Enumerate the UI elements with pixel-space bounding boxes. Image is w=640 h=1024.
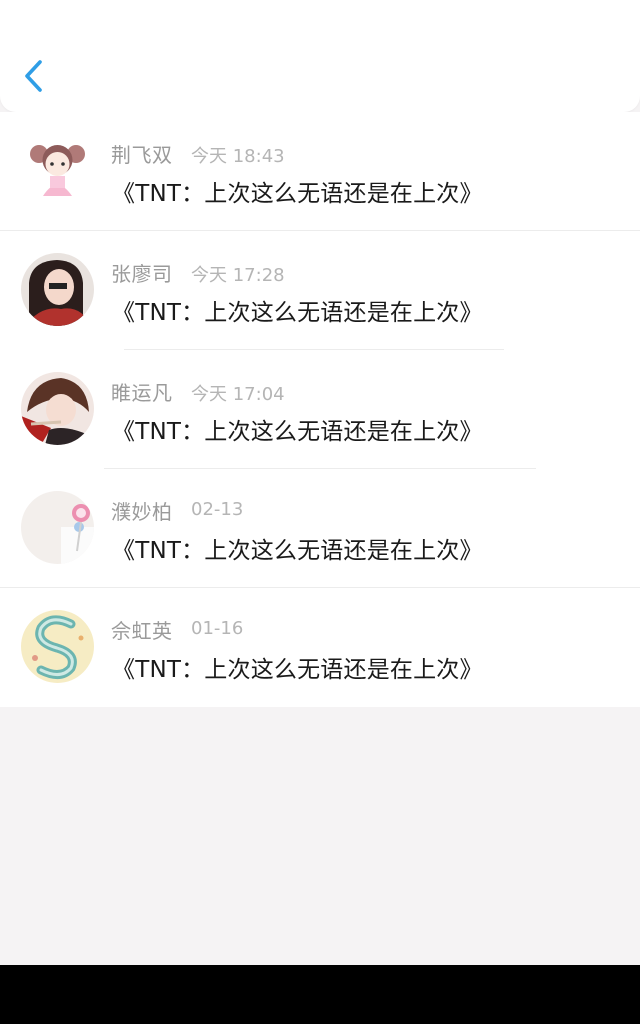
top-nav-bar (0, 0, 640, 112)
list-item[interactable]: 张廖司 今天 17:28 《TNT：上次这么无语还是在上次》 (0, 231, 640, 350)
commenter-name[interactable]: 濮妙柏 (111, 496, 173, 525)
comment-text: 《TNT：上次这么无语还是在上次》 (112, 181, 483, 207)
avatar-lollipop-icon[interactable] (21, 491, 94, 564)
avatar-girl-photo-icon[interactable] (21, 253, 94, 326)
avatar-letter-s-icon[interactable] (21, 610, 94, 683)
bottom-black-bar (0, 965, 640, 1024)
comment-text: 《TNT：上次这么无语还是在上次》 (112, 538, 483, 564)
commenter-name[interactable]: 荆飞双 (111, 139, 173, 168)
back-button[interactable] (18, 56, 52, 96)
comment-time: 今天 17:28 (191, 265, 285, 286)
list-item[interactable]: 荆飞双 今天 18:43 《TNT：上次这么无语还是在上次》 (0, 112, 640, 231)
comment-time: 今天 17:04 (191, 384, 285, 405)
comment-time: 02-13 (191, 499, 244, 520)
commenter-name[interactable]: 睢运凡 (111, 377, 173, 406)
chevron-left-icon (25, 60, 42, 92)
list-item[interactable]: 佘虹英 01-16 《TNT：上次这么无语还是在上次》 (0, 588, 640, 707)
comment-time: 01-16 (191, 618, 244, 639)
list-item[interactable]: 濮妙柏 02-13 《TNT：上次这么无语还是在上次》 (0, 469, 640, 588)
commenter-name[interactable]: 张廖司 (111, 258, 173, 287)
avatar-anime-girl-icon[interactable] (21, 134, 94, 207)
comment-list: 荆飞双 今天 18:43 《TNT：上次这么无语还是在上次》 张廖司 今天 17… (0, 112, 640, 707)
comment-time: 今天 18:43 (191, 146, 285, 167)
list-item[interactable]: 睢运凡 今天 17:04 《TNT：上次这么无语还是在上次》 (0, 350, 640, 469)
commenter-name[interactable]: 佘虹英 (111, 615, 173, 644)
comment-text: 《TNT：上次这么无语还是在上次》 (112, 419, 483, 445)
avatar-anime-boy-icon[interactable] (21, 372, 94, 445)
comment-text: 《TNT：上次这么无语还是在上次》 (112, 657, 483, 683)
comment-text: 《TNT：上次这么无语还是在上次》 (112, 300, 483, 326)
